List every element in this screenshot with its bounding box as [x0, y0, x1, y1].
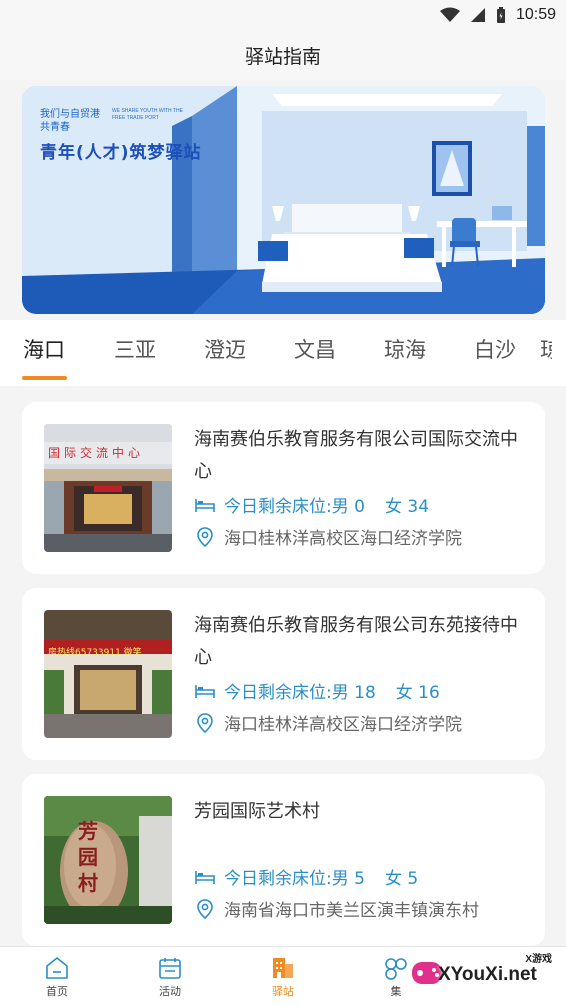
address-text: 海南省海口市美兰区演丰镇演东村 — [224, 901, 479, 921]
beds-male: 男 5 — [331, 869, 365, 889]
photo-sign-text: 芳园村 — [78, 819, 98, 895]
address-text: 海口桂林洋高校区海口经济学院 — [224, 529, 462, 549]
beds-label: 今日剩余床位: — [224, 683, 332, 703]
tab-partial[interactable]: 琼 — [540, 320, 552, 386]
beds-female: 女 34 — [384, 497, 430, 517]
station-name: 海南赛伯乐教育服务有限公司东苑接待中心 — [194, 615, 518, 668]
signal-icon — [470, 8, 485, 22]
beds-male: 男 18 — [331, 683, 376, 703]
tab-haikou[interactable]: 海口 — [0, 320, 90, 386]
tab-baisha[interactable]: 白沙 — [450, 320, 540, 386]
beds-male: 男 0 — [331, 497, 365, 517]
beds-row: 今日剩余床位: 男 0 女 34 — [194, 492, 429, 517]
nav-activity-label: 活动 — [159, 984, 181, 998]
location-pin-icon — [197, 898, 213, 919]
bed-icon — [195, 870, 215, 884]
nav-collect-label: 集 — [390, 984, 402, 998]
beds-female: 女 16 — [395, 683, 440, 703]
bed-icon — [195, 684, 215, 698]
address-row: 海南省海口市美兰区演丰镇演东村 — [194, 896, 479, 921]
station-photo: 芳园村 — [44, 796, 172, 924]
station-name: 芳园国际艺术村 — [194, 801, 320, 822]
nav-activity[interactable]: 活动 — [130, 947, 210, 1006]
watermark: X游戏 XYouXi.net — [410, 948, 566, 1006]
gamepad-icon — [385, 957, 407, 980]
nav-station[interactable]: 驿站 — [243, 947, 323, 1006]
city-tabs: 海口 三亚 澄迈 文昌 琼海 白沙 琼 — [0, 320, 566, 386]
beds-label: 今日剩余床位: — [224, 497, 332, 517]
photo-sign-text: 房热线65733911 微笑 — [48, 648, 142, 658]
address-row: 海口桂林洋高校区海口经济学院 — [194, 710, 462, 735]
watermark-main-text: XYouXi.net — [438, 964, 537, 985]
nav-station-label: 驿站 — [272, 984, 294, 998]
bed-icon — [195, 498, 215, 512]
location-pin-icon — [197, 526, 213, 547]
photo-sign-text: 国际交流中心 — [48, 446, 145, 460]
nav-home[interactable]: 首页 — [17, 947, 97, 1006]
address-text: 海口桂林洋高校区海口经济学院 — [224, 715, 462, 735]
title-bar: 驿站指南 — [0, 30, 566, 80]
home-icon — [46, 956, 68, 979]
beds-female: 女 5 — [384, 869, 419, 889]
building-icon — [273, 957, 293, 978]
beds-label: 今日剩余床位: — [224, 869, 332, 889]
station-name: 海南赛伯乐教育服务有限公司国际交流中心 — [194, 429, 518, 482]
clock: 10:59 — [515, 6, 556, 23]
station-card[interactable]: 房热线65733911 微笑 海南赛伯乐教育服务有限公司东苑接待中心 今日剩余床… — [22, 588, 545, 760]
banner-slogan: 我们与自贸港 共青春 — [40, 109, 100, 133]
station-photo: 房热线65733911 微笑 — [44, 610, 172, 738]
station-card[interactable]: 国际交流中心 海南赛伯乐教育服务有限公司国际交流中心 今日剩余床位: 男 0 女… — [22, 402, 545, 574]
tab-wenchang[interactable]: 文昌 — [270, 320, 360, 386]
address-row: 海口桂林洋高校区海口经济学院 — [194, 524, 462, 549]
beds-row: 今日剩余床位: 男 18 女 16 — [194, 678, 440, 703]
beds-row: 今日剩余床位: 男 5 女 5 — [194, 864, 418, 889]
hero-banner[interactable]: 我们与自贸港 共青春 WE SHARE YOUTH WITH THE FREE … — [22, 86, 545, 314]
location-pin-icon — [197, 712, 213, 733]
station-card[interactable]: 芳园村 芳园国际艺术村 今日剩余床位: 男 5 女 5 海南省海口市美兰区演丰镇… — [22, 774, 545, 946]
battery-icon — [496, 6, 505, 23]
page-title: 驿站指南 — [244, 45, 321, 68]
watermark-top-text: X游戏 — [525, 954, 552, 965]
banner-slogan-en: WE SHARE YOUTH WITH THE FREE TRADE PORT — [112, 108, 183, 121]
tab-qionghai[interactable]: 琼海 — [360, 320, 450, 386]
tab-chengmai[interactable]: 澄迈 — [180, 320, 270, 386]
wifi-icon — [439, 7, 460, 22]
status-bar: 10:59 — [0, 0, 566, 30]
calendar-icon — [159, 957, 181, 979]
station-photo: 国际交流中心 — [44, 424, 172, 552]
tab-sanya[interactable]: 三亚 — [90, 320, 180, 386]
banner-title: 青年(人才)筑梦驿站 — [40, 143, 202, 163]
nav-home-label: 首页 — [46, 984, 68, 998]
